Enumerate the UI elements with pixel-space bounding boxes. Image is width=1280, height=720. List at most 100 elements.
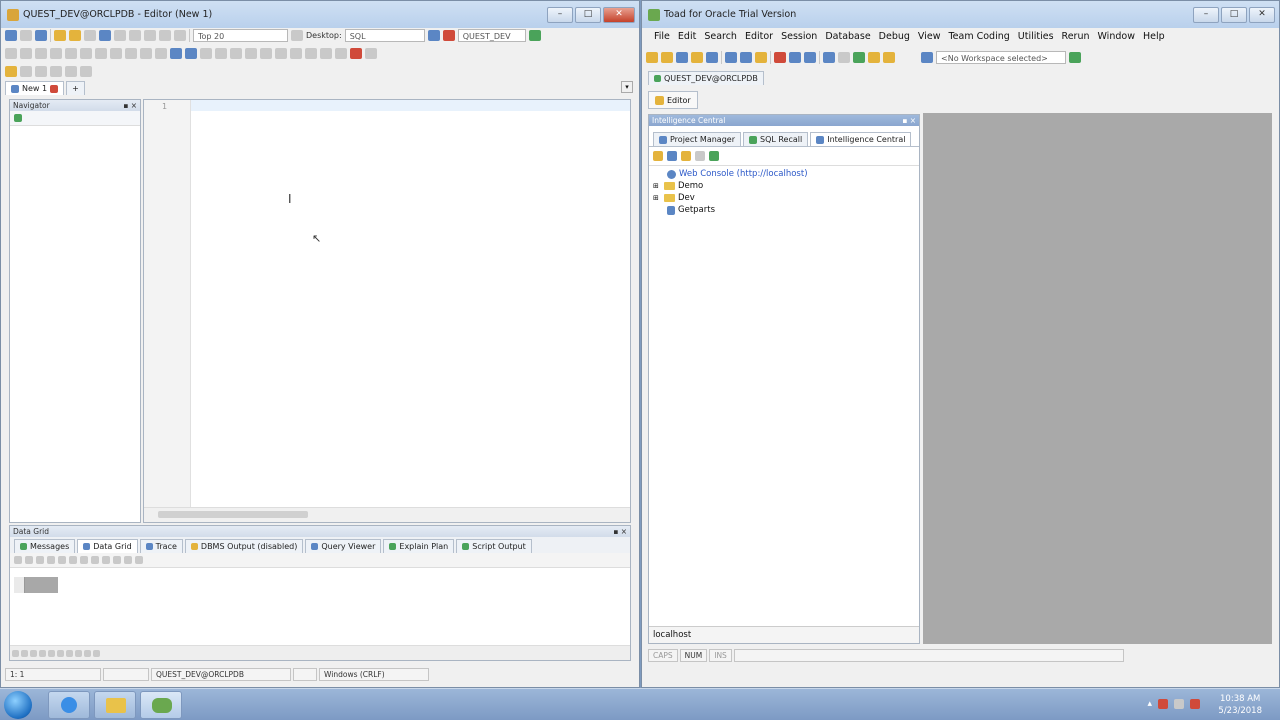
globe-icon[interactable] <box>921 51 933 63</box>
new-icon[interactable] <box>5 29 17 41</box>
tab-data-grid[interactable]: Data Grid <box>77 539 138 553</box>
sga-trace-icon[interactable] <box>706 51 718 63</box>
open-icon[interactable] <box>20 29 32 41</box>
tab-project-manager[interactable]: Project Manager <box>653 132 741 146</box>
bookmark-prev-icon[interactable] <box>260 47 272 59</box>
editor-window-button[interactable]: Editor <box>648 91 698 109</box>
grid-edit-icon[interactable] <box>80 556 88 564</box>
grid-prev-icon[interactable] <box>25 556 33 564</box>
record-icon[interactable] <box>350 47 362 59</box>
tree-item-demo[interactable]: ⊞ Demo <box>653 180 915 192</box>
tab-trace[interactable]: Trace <box>139 539 183 553</box>
procedure-editor-icon[interactable] <box>691 51 703 63</box>
execute-script-icon[interactable] <box>20 47 32 59</box>
volume-icon[interactable] <box>1190 699 1200 709</box>
options-main-icon[interactable] <box>838 51 850 63</box>
nav-next-icon[interactable] <box>30 649 37 657</box>
tab-dbms-output[interactable]: DBMS Output (disabled) <box>184 539 304 553</box>
scrollbar-thumb[interactable] <box>158 511 308 518</box>
horizontal-scrollbar[interactable] <box>144 507 630 522</box>
grid-refresh-icon[interactable] <box>113 556 121 564</box>
run-icon[interactable] <box>155 47 167 59</box>
ic-refresh-icon[interactable] <box>709 151 719 161</box>
minimize-button[interactable]: – <box>547 7 573 23</box>
menu-help[interactable]: Help <box>1139 31 1169 42</box>
ic-close-icon[interactable]: ▪ × <box>902 115 916 126</box>
grid-selected-cell[interactable] <box>14 577 58 593</box>
menu-window[interactable]: Window <box>1094 31 1139 42</box>
action-center-icon[interactable] <box>1158 699 1168 709</box>
desktop-reset-icon[interactable] <box>442 29 455 41</box>
connection-tab[interactable]: QUEST_DEV@ORCLPDB <box>648 71 764 85</box>
save-icon[interactable] <box>35 29 47 41</box>
ic-link-icon[interactable] <box>667 151 677 161</box>
history-next-icon[interactable] <box>35 65 47 77</box>
bookmark-icon[interactable] <box>230 47 242 59</box>
menu-view[interactable]: View <box>914 31 945 42</box>
commit-main-icon[interactable] <box>853 51 865 63</box>
nav-last-icon[interactable] <box>39 649 46 657</box>
nav-prev-icon[interactable] <box>21 649 28 657</box>
compare-icon[interactable] <box>774 51 786 63</box>
menu-debug[interactable]: Debug <box>875 31 914 42</box>
toad-maximize-button[interactable]: □ <box>1221 7 1247 23</box>
step-icon[interactable] <box>35 47 47 59</box>
menu-file[interactable]: File <box>650 31 674 42</box>
connection-dropdown[interactable]: QUEST_DEV <box>457 28 526 42</box>
taskbar-explorer-button[interactable] <box>94 691 136 719</box>
workspace-icon[interactable] <box>1069 51 1081 63</box>
stop-icon[interactable] <box>50 47 62 59</box>
menu-editor[interactable]: Editor <box>741 31 777 42</box>
format-icon[interactable] <box>144 29 156 41</box>
history-clear-icon[interactable] <box>65 65 77 77</box>
menu-team-coding[interactable]: Team Coding <box>944 31 1013 42</box>
key-icon[interactable] <box>883 51 895 63</box>
grid-cancel-icon[interactable] <box>102 556 110 564</box>
taskbar-toad-button[interactable] <box>140 691 182 719</box>
tile-icon[interactable] <box>804 51 816 63</box>
grid-filter-icon[interactable] <box>124 556 132 564</box>
nav-remove-icon[interactable] <box>57 649 64 657</box>
taskbar-ie-button[interactable] <box>48 691 90 719</box>
recent-icon[interactable] <box>69 29 81 41</box>
comment-icon[interactable] <box>159 29 171 41</box>
bookmark-next-icon[interactable] <box>245 47 257 59</box>
sql-editor-icon[interactable] <box>646 51 658 63</box>
editor-title-bar[interactable]: QUEST_DEV@ORCLPDB - Editor (New 1) – □ ✕ <box>1 1 639 28</box>
toad-minimize-button[interactable]: – <box>1193 7 1219 23</box>
connection-icon[interactable] <box>528 29 541 41</box>
close-tab-icon[interactable] <box>50 84 59 93</box>
debug-icon[interactable] <box>110 47 122 59</box>
replace-icon[interactable] <box>200 47 212 59</box>
indent-icon[interactable] <box>174 29 186 41</box>
close-button[interactable]: ✕ <box>603 7 635 23</box>
tree-item-getparts[interactable]: Getparts <box>653 204 915 216</box>
lock-icon[interactable] <box>868 51 880 63</box>
menu-edit[interactable]: Edit <box>674 31 700 42</box>
navigator-close-icon[interactable]: ▪ × <box>123 100 137 111</box>
menu-database[interactable]: Database <box>821 31 874 42</box>
menu-rerun[interactable]: Rerun <box>1058 31 1094 42</box>
commit-icon[interactable] <box>80 47 92 59</box>
wrap-icon[interactable] <box>320 47 332 59</box>
grid-first-icon[interactable] <box>14 556 22 564</box>
start-button[interactable] <box>4 691 32 719</box>
tab-query-viewer[interactable]: Query Viewer <box>305 539 382 553</box>
report-icon[interactable] <box>823 51 835 63</box>
menu-utilities[interactable]: Utilities <box>1014 31 1058 42</box>
tools-icon[interactable] <box>335 47 347 59</box>
menu-session[interactable]: Session <box>777 31 821 42</box>
data-import-icon[interactable] <box>725 51 737 63</box>
export-icon[interactable] <box>99 29 111 41</box>
workspace-dropdown[interactable]: <No Workspace selected> <box>936 50 1066 64</box>
tray-expand-icon[interactable]: ▴ <box>1147 699 1152 709</box>
folder-icon[interactable] <box>54 29 66 41</box>
undo-icon[interactable] <box>114 29 126 41</box>
grid-last-icon[interactable] <box>47 556 55 564</box>
desktop-dropdown[interactable]: SQL <box>344 28 425 42</box>
nav-save-icon[interactable] <box>75 649 82 657</box>
breakpoint-icon[interactable] <box>125 47 137 59</box>
grid-next-icon[interactable] <box>36 556 44 564</box>
nav-cancel-icon[interactable] <box>84 649 91 657</box>
session-browser-icon[interactable] <box>676 51 688 63</box>
